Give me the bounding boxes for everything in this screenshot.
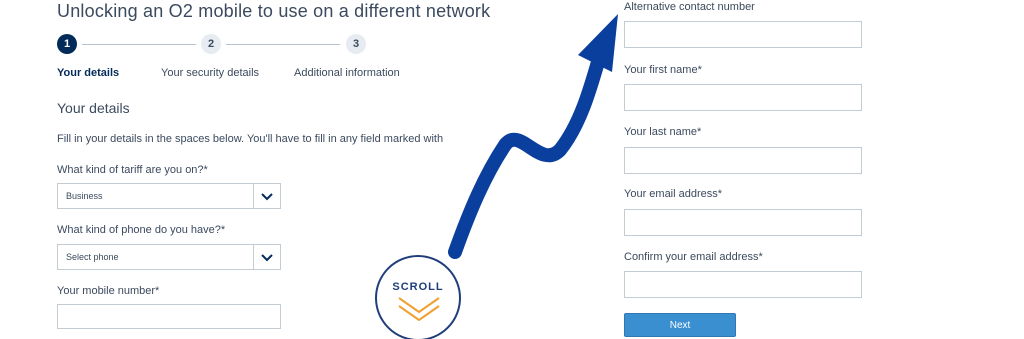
chevron-down-icon (261, 193, 273, 201)
first-name-input[interactable] (624, 84, 862, 111)
mobile-number-input[interactable] (57, 304, 281, 329)
last-name-label: Your last name* (624, 126, 702, 138)
phone-label: What kind of phone do you have?* (57, 224, 226, 236)
confirm-email-label: Confirm your email address* (624, 251, 763, 263)
confirm-email-input[interactable] (624, 271, 862, 298)
alternative-contact-label: Alternative contact number (624, 1, 755, 13)
step-1-label: Your details (57, 67, 120, 79)
step-connector (82, 44, 196, 45)
step-3-label: Additional information (294, 67, 400, 79)
scroll-label: SCROLL (392, 281, 444, 293)
step-connector (226, 44, 340, 45)
step-2-label: Your security details (161, 67, 260, 79)
last-name-input[interactable] (624, 147, 862, 174)
alternative-contact-input[interactable] (624, 21, 862, 48)
tariff-select-value: Business (66, 191, 103, 201)
step-1-indicator: 1 (57, 34, 77, 54)
form-instructions: Fill in your details in the spaces below… (57, 133, 444, 145)
select-divider (253, 184, 254, 208)
mobile-number-label: Your mobile number* (57, 285, 160, 297)
step-3-indicator: 3 (346, 34, 366, 54)
email-input[interactable] (624, 209, 862, 236)
email-label: Your email address* (624, 188, 723, 200)
chevrons-down-icon (398, 297, 440, 322)
step-2-indicator: 2 (201, 34, 221, 54)
chevron-down-icon (261, 254, 273, 262)
next-button[interactable]: Next (624, 313, 736, 337)
section-title: Your details (57, 100, 130, 116)
phone-select-value: Select phone (66, 252, 119, 262)
scroll-badge: SCROLL (375, 255, 461, 339)
phone-select[interactable]: Select phone (57, 244, 281, 270)
scroll-arrow-icon (448, 14, 618, 259)
select-divider (253, 245, 254, 269)
page-title: Unlocking an O2 mobile to use on a diffe… (57, 1, 491, 21)
tariff-select[interactable]: Business (57, 183, 281, 209)
first-name-label: Your first name* (624, 64, 702, 76)
tariff-label: What kind of tariff are you on?* (57, 164, 208, 176)
